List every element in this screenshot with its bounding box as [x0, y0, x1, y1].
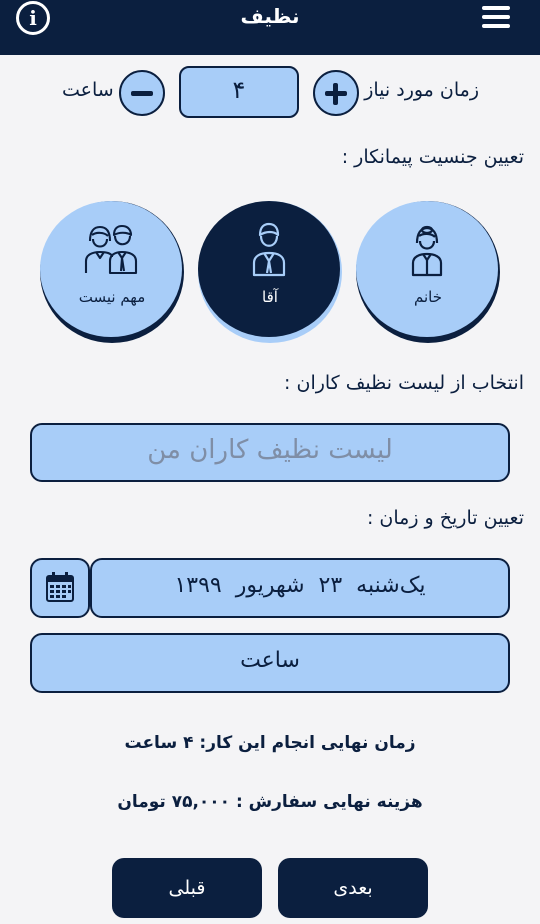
- datetime-label: تعیین تاریخ و زمان :: [366, 507, 524, 529]
- gender-label-female: خانم: [413, 288, 442, 306]
- minus-icon: [131, 91, 153, 96]
- gender-option-any[interactable]: مهم نیست: [40, 201, 184, 345]
- hours-unit: ساعت: [62, 79, 114, 101]
- calendar-button[interactable]: [30, 558, 90, 618]
- final-cost-text: هزینه نهایی سفارش : ۷۵,۰۰۰ تومان: [117, 792, 423, 812]
- couple-icon: [84, 224, 138, 275]
- gender-option-male[interactable]: آقا: [198, 201, 342, 345]
- time-button[interactable]: ساعت: [30, 633, 510, 693]
- decrease-hours-button[interactable]: [119, 70, 165, 116]
- calendar-icon: [46, 572, 74, 602]
- my-cleaners-list-button[interactable]: لیست نظیف کاران من: [30, 423, 510, 482]
- app-bar: i نظیف: [0, 0, 540, 55]
- app-title: نظیف: [240, 4, 300, 28]
- gender-option-female[interactable]: خانم: [356, 201, 500, 345]
- gender-label-male: آقا: [262, 288, 278, 306]
- date-field[interactable]: یک‌شنبه ۲۳ شهریور ۱۳۹۹: [90, 558, 510, 618]
- hours-label: زمان مورد نیاز: [364, 79, 479, 101]
- gender-section-label: تعیین جنسیت پیمانکار :: [341, 146, 524, 168]
- previous-button[interactable]: قبلی: [112, 858, 262, 918]
- increase-hours-button[interactable]: [313, 70, 359, 116]
- hours-value: ۴: [179, 66, 299, 118]
- hamburger-menu-icon[interactable]: [482, 6, 510, 32]
- final-time-text: زمان نهایی انجام این کار: ۴ ساعت: [124, 733, 416, 753]
- cleaner-list-label: انتخاب از لیست نظیف کاران :: [284, 372, 524, 394]
- next-button[interactable]: بعدی: [278, 858, 428, 918]
- man-icon: [252, 222, 286, 277]
- gender-label-any: مهم نیست: [78, 288, 146, 306]
- woman-icon: [411, 225, 443, 277]
- plus-icon-vertical: [333, 83, 338, 105]
